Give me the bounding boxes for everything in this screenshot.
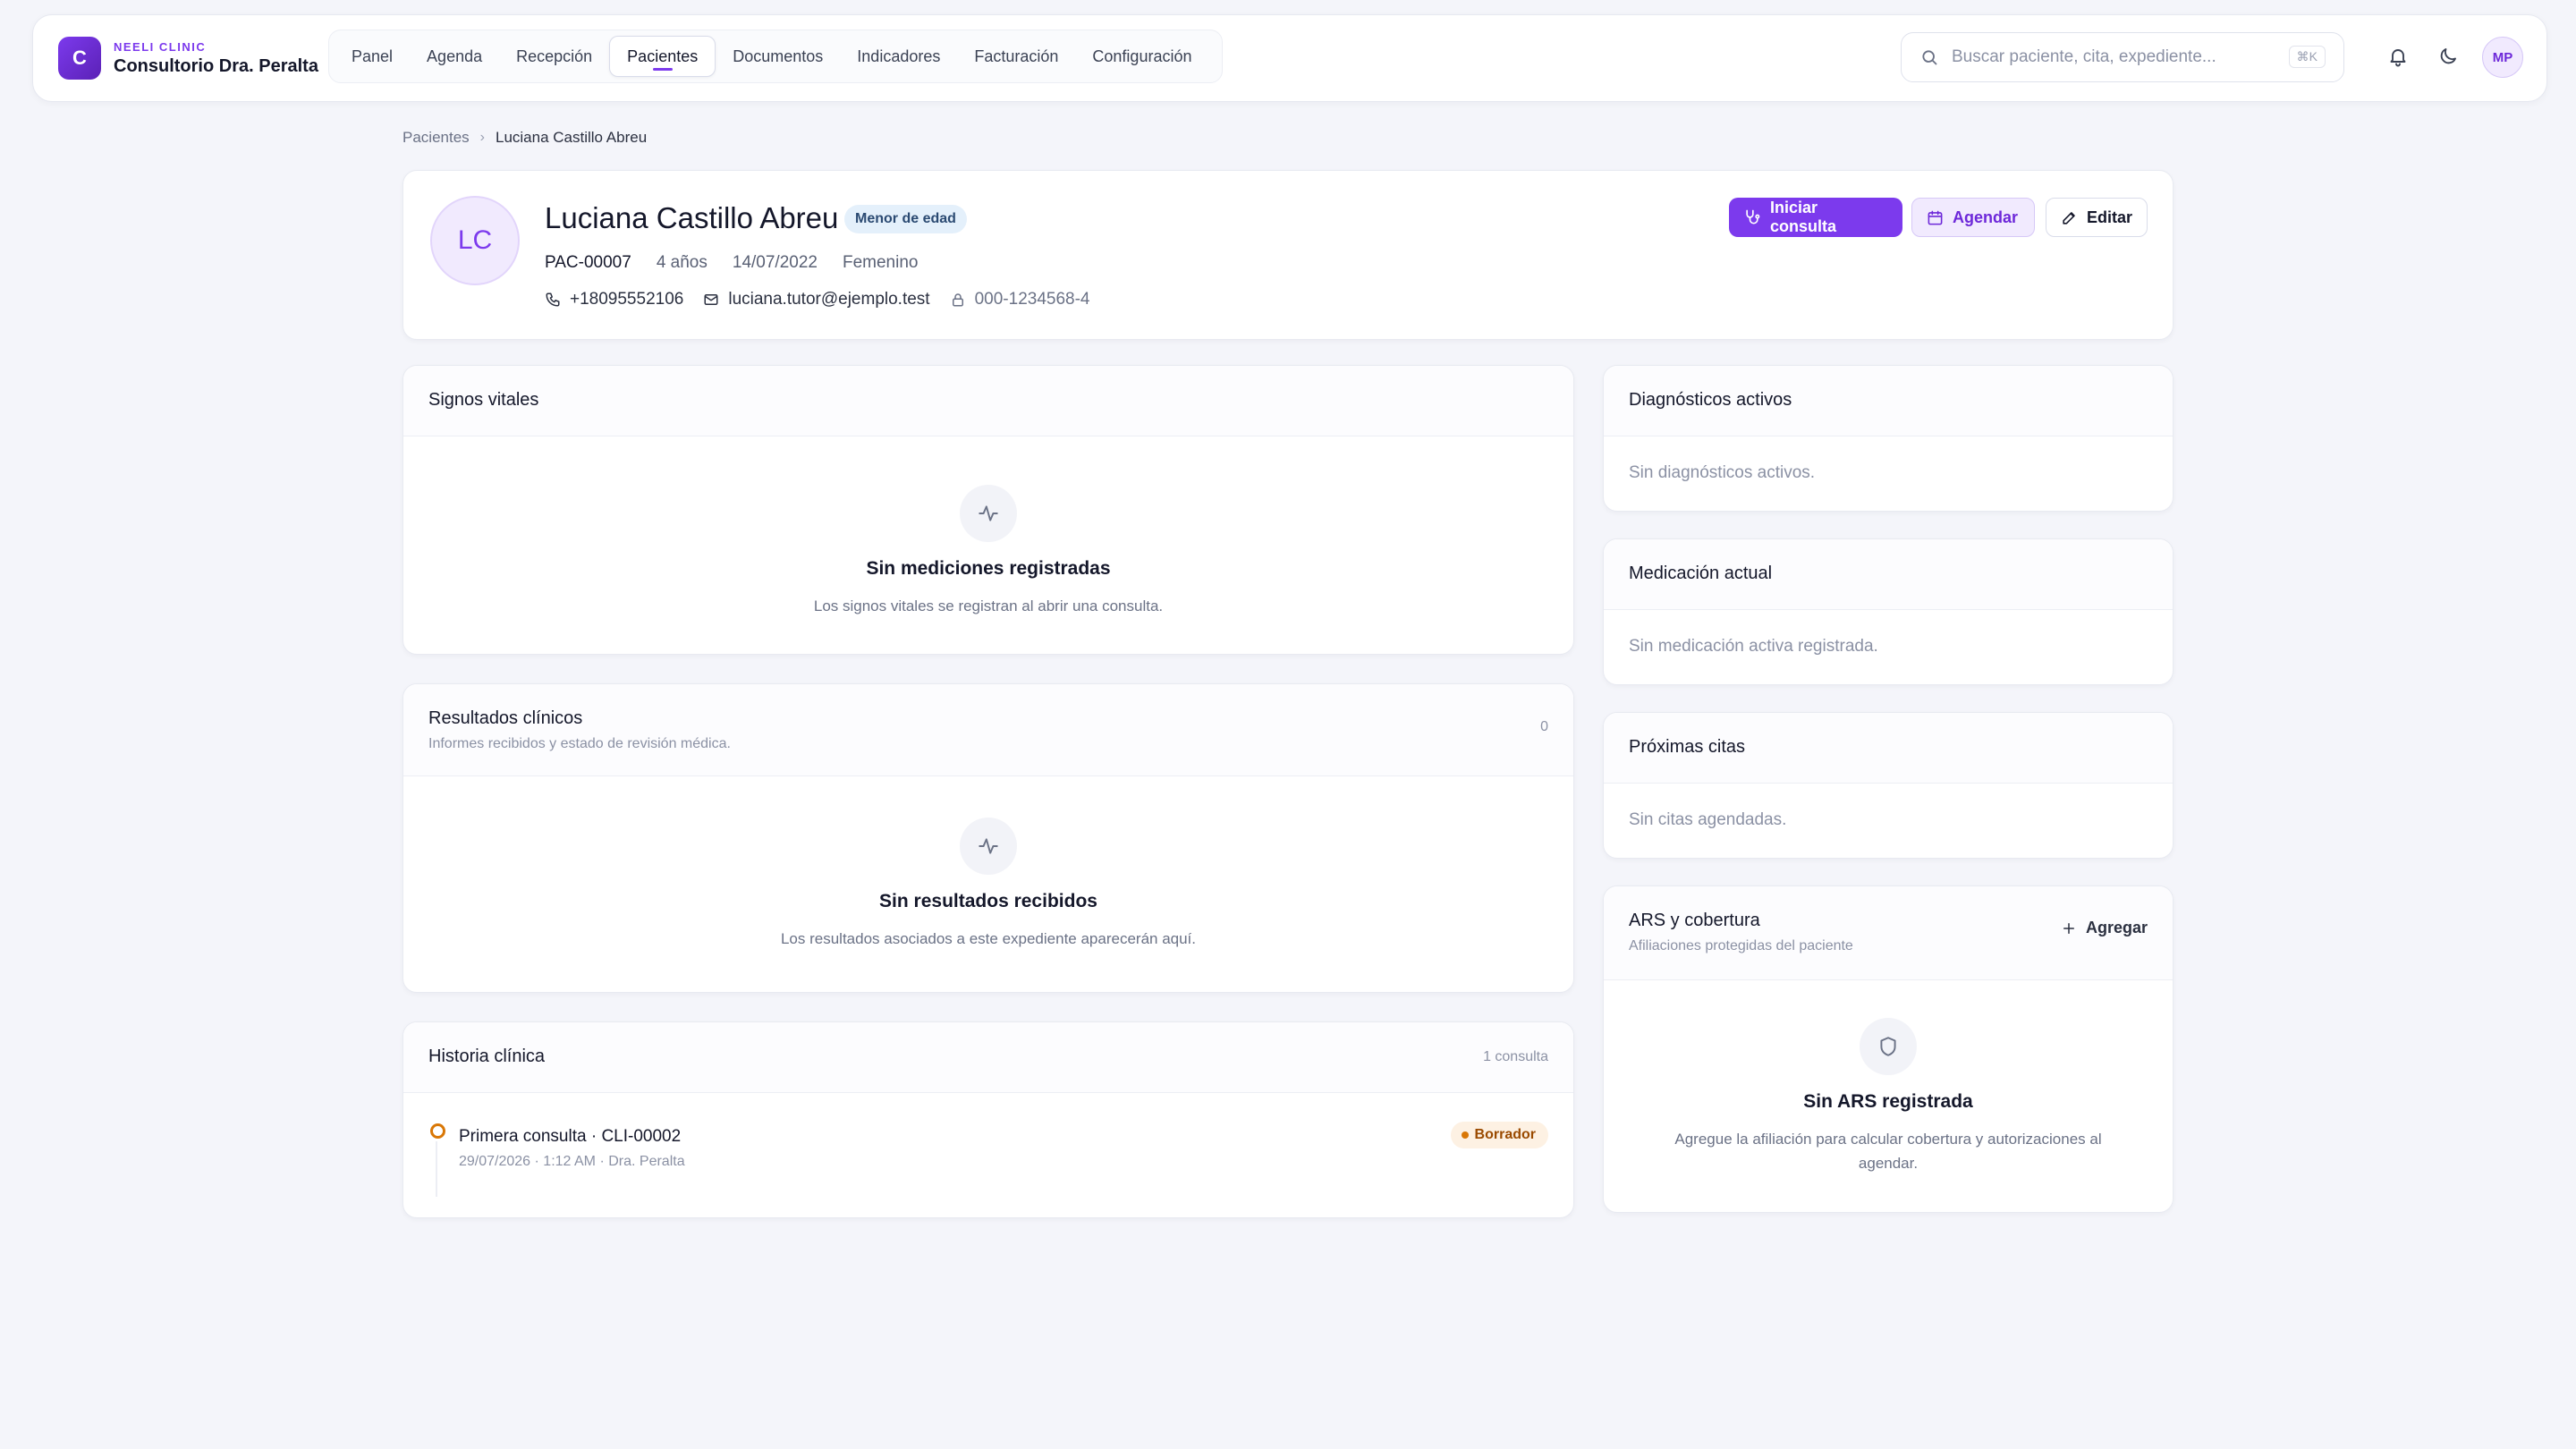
phone-icon xyxy=(545,292,561,308)
clinical-results-subtitle: Informes recibidos y estado de revisión … xyxy=(428,736,731,751)
insurance-empty-desc: Agregue la afiliación para calcular cobe… xyxy=(1674,1131,2102,1172)
vital-signs-header: Signos vitales xyxy=(403,366,1573,436)
insurance-empty-title: Sin ARS registrada xyxy=(1803,1091,1973,1112)
nav-item-agenda[interactable]: Agenda xyxy=(410,36,499,77)
insurance-header: ARS y cobertura Afiliaciones protegidas … xyxy=(1604,886,2173,980)
clinical-history-title: Historia clínica xyxy=(428,1046,546,1066)
nav-item-documentos[interactable]: Documentos xyxy=(716,36,840,77)
brand-tagline: NEELI CLINIC xyxy=(114,40,207,54)
top-navigation-bar: C NEELI CLINIC Consultorio Dra. Peralta … xyxy=(32,14,2547,102)
nav-item-panel[interactable]: Panel xyxy=(335,36,410,77)
activity-icon xyxy=(960,818,1017,875)
nav-item-pacientes[interactable]: Pacientes xyxy=(609,36,716,77)
nav-item-recepcion[interactable]: Recepción xyxy=(499,36,609,77)
clinical-results-header: Resultados clínicos Informes recibidos y… xyxy=(403,684,1573,776)
patient-name: Luciana Castillo Abreu xyxy=(545,201,839,234)
stethoscope-icon xyxy=(1743,208,1761,226)
shield-icon xyxy=(1860,1018,1917,1075)
clinical-history-count: 1 consulta xyxy=(1483,1049,1548,1064)
patient-email[interactable]: luciana.tutor@ejemplo.test xyxy=(728,290,929,309)
vital-signs-empty-desc: Los signos vitales se registran al abrir… xyxy=(813,597,1164,614)
clinical-results-card: Resultados clínicos Informes recibidos y… xyxy=(402,683,1574,993)
calendar-icon xyxy=(1927,209,1944,226)
breadcrumb: Pacientes › Luciana Castillo Abreu xyxy=(402,129,647,147)
current-medication-empty: Sin medicación activa registrada. xyxy=(1629,637,1878,656)
upcoming-appointments-header: Próximas citas xyxy=(1604,713,2173,784)
clinical-results-title: Resultados clínicos xyxy=(428,708,583,728)
upcoming-appointments-title: Próximas citas xyxy=(1629,737,1746,757)
edit-button[interactable]: Editar xyxy=(2046,198,2148,237)
clinical-history-header: Historia clínica 1 consulta xyxy=(403,1022,1573,1093)
upcoming-appointments-empty: Sin citas agendadas. xyxy=(1629,810,1787,829)
lock-icon xyxy=(950,292,966,308)
clinic-name[interactable]: Consultorio Dra. Peralta xyxy=(114,56,318,77)
clinical-results-empty-desc: Los resultados asociados a este expedien… xyxy=(780,930,1197,947)
schedule-label: Agendar xyxy=(1953,208,2019,226)
patient-id-number: 000-1234568-4 xyxy=(974,290,1090,309)
breadcrumb-parent[interactable]: Pacientes xyxy=(402,129,470,147)
history-entry-meta: 29/07/2026 · 1:12 AM · Dra. Peralta xyxy=(459,1154,685,1169)
moon-icon[interactable] xyxy=(2432,40,2464,72)
activity-icon xyxy=(960,485,1017,542)
upcoming-appointments-card: Próximas citas Sin citas agendadas. xyxy=(1603,712,2174,859)
insurance-card: ARS y cobertura Afiliaciones protegidas … xyxy=(1603,886,2174,1213)
current-medication-header: Medicación actual xyxy=(1604,539,2173,610)
start-consultation-button[interactable]: Iniciar consulta xyxy=(1729,198,1902,237)
current-medication-card: Medicación actual Sin medicación activa … xyxy=(1603,538,2174,685)
minor-badge: Menor de edad xyxy=(844,205,967,233)
vital-signs-title: Signos vitales xyxy=(428,390,539,410)
chevron-right-icon: › xyxy=(479,130,485,145)
add-insurance-label: Agregar xyxy=(2085,919,2148,936)
bell-icon[interactable] xyxy=(2382,40,2414,72)
clinical-history-card: Historia clínica 1 consulta Primera cons… xyxy=(402,1021,1574,1218)
clinical-results-empty-title: Sin resultados recibidos xyxy=(879,891,1097,911)
patient-avatar: LC xyxy=(430,196,520,285)
nav-item-facturacion[interactable]: Facturación xyxy=(957,36,1075,77)
main-nav: Panel Agenda Recepción Pacientes Documen… xyxy=(328,30,1223,83)
start-consultation-label: Iniciar consulta xyxy=(1770,199,1837,235)
vital-signs-card: Signos vitales Sin mediciones registrada… xyxy=(402,365,1574,655)
insurance-title: ARS y cobertura xyxy=(1629,911,1760,930)
search-shortcut-hint: ⌘K xyxy=(2288,46,2326,68)
pencil-icon xyxy=(2061,209,2078,226)
patient-age: 4 años xyxy=(656,253,708,272)
history-entry[interactable]: Primera consulta · CLI-00002 29/07/2026 … xyxy=(403,1093,1573,1217)
history-entry-title[interactable]: Primera consulta · CLI-00002 xyxy=(459,1127,681,1147)
timeline-line xyxy=(436,1141,437,1197)
status-badge-label: Borrador xyxy=(1474,1127,1536,1142)
patient-header-card: LC Luciana Castillo Abreu Menor de edad … xyxy=(402,170,2174,340)
mail-icon xyxy=(703,292,719,308)
search-input[interactable] xyxy=(1950,47,2284,68)
clinical-results-count: 0 xyxy=(1540,719,1548,734)
patient-code: PAC-00007 xyxy=(545,253,631,272)
active-diagnoses-card: Diagnósticos activos Sin diagnósticos ac… xyxy=(1603,365,2174,512)
plus-icon xyxy=(2061,920,2077,936)
edit-label: Editar xyxy=(2087,208,2133,226)
patient-phone[interactable]: +18095552106 xyxy=(570,290,683,309)
active-diagnoses-header: Diagnósticos activos xyxy=(1604,366,2173,436)
add-insurance-button[interactable]: Agregar xyxy=(2061,919,2148,937)
patient-birthdate: 14/07/2022 xyxy=(732,253,818,272)
insurance-subtitle: Afiliaciones protegidas del paciente xyxy=(1629,938,1853,953)
search-icon xyxy=(1919,47,1939,67)
breadcrumb-current: Luciana Castillo Abreu xyxy=(496,129,648,146)
schedule-button[interactable]: Agendar xyxy=(1911,198,2035,237)
vital-signs-empty-title: Sin mediciones registradas xyxy=(866,558,1111,579)
user-avatar[interactable]: MP xyxy=(2482,37,2523,78)
active-diagnoses-title: Diagnósticos activos xyxy=(1629,390,1792,410)
nav-item-configuracion[interactable]: Configuración xyxy=(1075,36,1208,77)
status-dot xyxy=(1461,1131,1469,1139)
patient-sex: Femenino xyxy=(842,253,919,272)
active-diagnoses-empty: Sin diagnósticos activos. xyxy=(1629,463,1816,482)
clinic-logo[interactable]: C xyxy=(58,37,101,80)
global-search[interactable]: ⌘K xyxy=(1901,32,2344,82)
nav-item-indicadores[interactable]: Indicadores xyxy=(840,36,957,77)
timeline-dot xyxy=(430,1123,445,1139)
current-medication-title: Medicación actual xyxy=(1629,564,1773,583)
status-badge: Borrador xyxy=(1450,1122,1548,1148)
